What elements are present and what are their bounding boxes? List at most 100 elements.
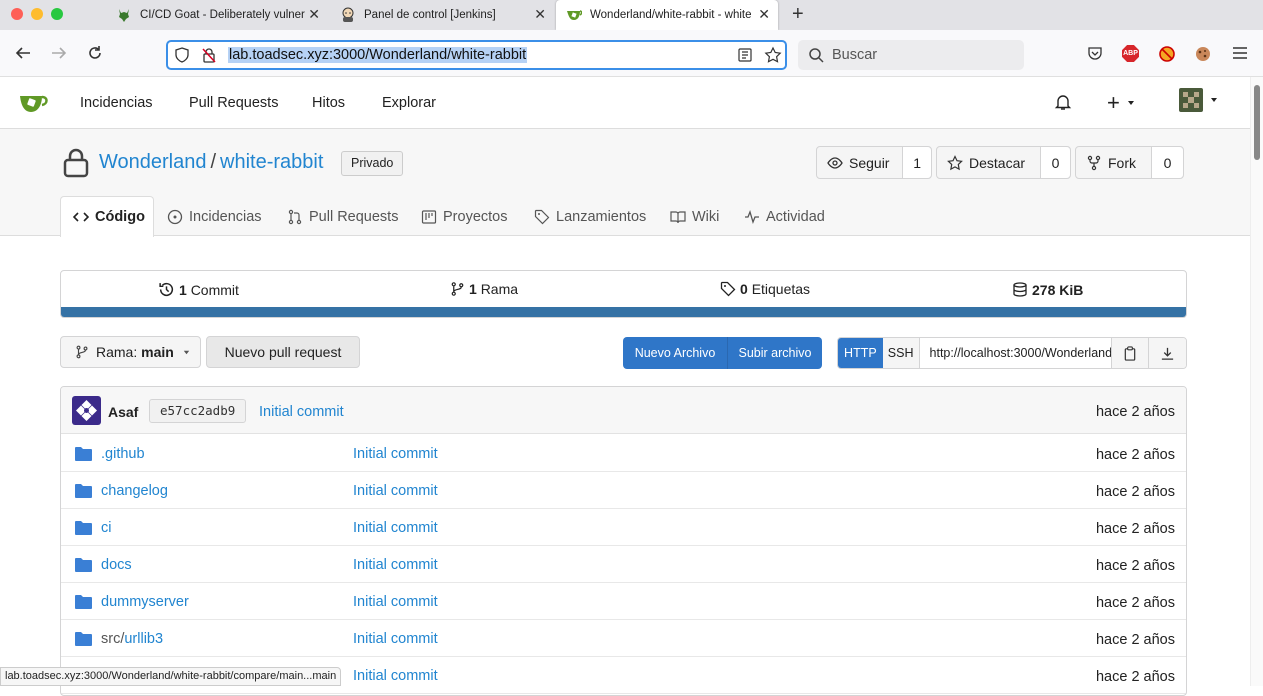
clone-panel: HTTP SSH http://localhost:3000/Wonderlan… [837, 337, 1187, 369]
download-icon[interactable] [1149, 338, 1186, 368]
tab-wiki[interactable]: Wiki [670, 209, 719, 225]
file-commit-message[interactable]: Initial commit [353, 483, 438, 499]
http-clone-button[interactable]: HTTP [838, 338, 883, 368]
file-name-link[interactable]: changelog [101, 483, 168, 499]
forward-icon[interactable] [50, 44, 68, 65]
minimize-window-button[interactable] [31, 8, 43, 20]
file-commit-message[interactable]: Initial commit [353, 631, 438, 647]
branch-selector[interactable]: Rama: main [60, 336, 201, 368]
adblock-plus-icon[interactable]: ABP [1122, 45, 1139, 62]
search-bar[interactable]: Buscar [798, 40, 1024, 70]
shield-icon[interactable] [174, 47, 190, 66]
new-pull-request-button[interactable]: Nuevo pull request [206, 336, 360, 368]
file-name: docs [101, 557, 132, 573]
menu-hamburger-icon[interactable] [1232, 46, 1248, 63]
commit-message[interactable]: Initial commit [259, 404, 344, 420]
plus-icon: + [1107, 90, 1120, 115]
star-button[interactable]: Destacar 0 [936, 146, 1071, 179]
file-name: changelog [101, 483, 168, 499]
language-bar[interactable] [61, 307, 1186, 317]
clone-url-input[interactable]: http://localhost:3000/Wonderland/white-r… [920, 338, 1113, 368]
maximize-window-button[interactable] [51, 8, 63, 20]
repo-name-link[interactable]: white-rabbit [220, 151, 323, 173]
file-name-link[interactable]: docs [101, 557, 132, 573]
address-bar[interactable]: lab.toadsec.xyz:3000/Wonderland/white-ra… [166, 40, 787, 70]
page-scrollbar[interactable] [1250, 77, 1263, 686]
star-label: Destacar [969, 154, 1026, 171]
copy-icon[interactable] [1112, 338, 1150, 368]
tab-projects[interactable]: Proyectos [421, 209, 507, 225]
url-text[interactable]: lab.toadsec.xyz:3000/Wonderland/white-ra… [228, 47, 528, 63]
gitea-logo-icon[interactable] [18, 91, 50, 118]
tags-stat[interactable]: 0 Etiquetas [720, 281, 810, 297]
file-commit-message[interactable]: Initial commit [353, 520, 438, 536]
notifications-bell-icon[interactable] [1054, 93, 1072, 114]
nav-issues[interactable]: Incidencias [80, 95, 153, 111]
avatar[interactable] [72, 396, 101, 425]
avatar [1179, 88, 1203, 112]
upload-file-button[interactable]: Subir archivo [727, 337, 822, 369]
commit-sha[interactable]: e57cc2adb9 [149, 399, 247, 423]
reload-icon[interactable] [86, 44, 104, 65]
file-commit-message[interactable]: Initial commit [353, 668, 438, 684]
fork-count[interactable]: 0 [1164, 155, 1172, 171]
visibility-badge: Privado [341, 151, 404, 176]
branches-stat[interactable]: 1 Rama [450, 281, 518, 297]
tab-code[interactable]: Código [73, 209, 145, 225]
close-tab-icon[interactable]: ✕ [534, 6, 546, 23]
watch-button[interactable]: Seguir 1 [816, 146, 932, 179]
scrollbar-thumb[interactable] [1254, 85, 1260, 160]
user-menu-dropdown[interactable] [1179, 88, 1219, 112]
insecure-lock-icon[interactable] [201, 47, 217, 66]
close-tab-icon[interactable]: ✕ [758, 6, 770, 23]
file-commit-message[interactable]: Initial commit [353, 446, 438, 462]
tab-label: Lanzamientos [556, 209, 647, 225]
nav-milestones[interactable]: Hitos [312, 95, 345, 111]
adblock-label: ABP [1123, 50, 1138, 57]
nav-explore[interactable]: Explorar [382, 95, 436, 111]
bookmark-star-icon[interactable] [764, 46, 782, 67]
file-commit-message[interactable]: Initial commit [353, 594, 438, 610]
fork-button[interactable]: Fork 0 [1075, 146, 1184, 179]
browser-tab-jenkins[interactable]: Panel de control [Jenkins] ✕ [332, 0, 554, 30]
create-new-dropdown[interactable]: + [1107, 90, 1136, 116]
blocker-extension-icon[interactable] [1158, 45, 1176, 66]
commit-author[interactable]: Asaf [108, 404, 138, 420]
watch-count[interactable]: 1 [913, 155, 921, 171]
new-tab-button[interactable]: + [792, 3, 804, 26]
star-count[interactable]: 0 [1052, 155, 1060, 171]
tab-issues[interactable]: Incidencias [167, 209, 262, 225]
file-name: .github [101, 446, 145, 462]
folder-icon [75, 520, 92, 538]
tab-activity[interactable]: Actividad [744, 209, 825, 225]
search-icon [809, 48, 824, 63]
reader-view-icon[interactable] [737, 47, 753, 66]
tab-releases[interactable]: Lanzamientos [534, 209, 646, 225]
ssh-clone-button[interactable]: SSH [882, 338, 920, 368]
back-icon[interactable] [14, 44, 32, 65]
jenkins-icon [340, 7, 356, 23]
file-name-link[interactable]: src/urllib3 [101, 631, 163, 647]
pocket-icon[interactable] [1087, 45, 1103, 64]
browser-tab-white-rabbit[interactable]: Wonderland/white-rabbit - white ✕ [556, 0, 778, 30]
close-window-button[interactable] [11, 8, 23, 20]
goat-icon [116, 7, 132, 23]
file-name-link[interactable]: .github [101, 446, 145, 462]
browser-tab-cicd-goat[interactable]: CI/CD Goat - Deliberately vulner ✕ [108, 0, 328, 30]
cookie-extension-icon[interactable] [1194, 45, 1212, 66]
branch-prefix: Rama: [96, 344, 138, 360]
new-file-button[interactable]: Nuevo Archivo [623, 337, 727, 369]
nav-pull-requests[interactable]: Pull Requests [189, 95, 278, 111]
file-commit-time: hace 2 años [1095, 595, 1175, 611]
file-name-link[interactable]: dummyserver [101, 594, 189, 610]
repo-owner-link[interactable]: Wonderland [99, 151, 206, 173]
tab-pull-requests[interactable]: Pull Requests [287, 209, 398, 225]
branches-count: 1 [469, 281, 477, 297]
close-tab-icon[interactable]: ✕ [308, 6, 320, 23]
tab-title: Wonderland/white-rabbit - white [590, 9, 752, 21]
private-lock-icon [62, 148, 90, 181]
branch-icon [76, 345, 88, 359]
file-commit-message[interactable]: Initial commit [353, 557, 438, 573]
file-name-link[interactable]: ci [101, 520, 111, 536]
commits-stat[interactable]: 1 Commit [158, 281, 239, 298]
